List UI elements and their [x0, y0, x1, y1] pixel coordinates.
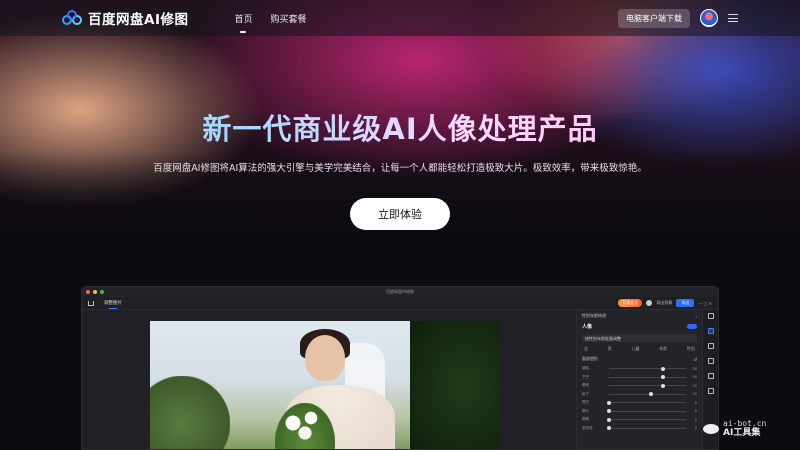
baidu-netdisk-logo-icon — [62, 10, 82, 26]
window-titlebar: 百度网盘AI修图 — [82, 287, 718, 297]
slider-label: 眼睛 — [582, 383, 589, 387]
slider-value: 0 — [694, 426, 697, 430]
nav-links: 首页 购买套餐 — [234, 10, 306, 27]
slider-track — [607, 409, 686, 413]
background-tool-icon — [707, 343, 714, 349]
toolbar-right: 开通会员 导出列表 导出 — ▢ ✕ — [618, 299, 712, 307]
slider-label: 下巴 — [582, 374, 589, 379]
watermark-text: ai-bot.cn AI工具集 — [723, 419, 766, 439]
clothing-tool-icon — [707, 358, 714, 364]
slider-knob — [607, 417, 611, 422]
reset-icon: ↺ — [693, 356, 697, 362]
portrait-photo — [150, 321, 500, 449]
panel-header-label: 性别年龄修改 — [582, 313, 606, 318]
nav-link-pricing[interactable]: 购买套餐 — [271, 10, 307, 27]
panel-tab: 年龄 — [659, 346, 668, 351]
vip-badge: 开通会员 — [618, 299, 643, 307]
hero-subtitle: 百度网盘AI修图将AI算法的强大引擎与美学完美结合，让每一个人都能轻松打造极致大… — [153, 163, 647, 174]
desktop-download-button[interactable]: 电脑客户端下载 — [618, 8, 690, 28]
app-avatar — [646, 300, 653, 306]
slider-label: 额头 — [582, 408, 589, 413]
export-button: 导出 — [676, 299, 695, 307]
slider-row: 嘴巴 0 — [582, 400, 697, 405]
panel-tab: 男 — [607, 346, 612, 351]
slider-knob — [660, 383, 665, 388]
slider-knob — [607, 409, 611, 413]
slider-knob — [607, 400, 611, 405]
app-preview-window: 百度网盘AI修图 调整图片 开通会员 导出列表 导出 — ▢ ✕ 性别年龄修改 … — [81, 286, 719, 450]
watermark: ai-bot.cn AI工具集 — [703, 419, 766, 439]
slider-knob — [607, 426, 611, 430]
slider-knob — [660, 375, 665, 379]
face-shaping-group: 面部塑形 ↺ — [582, 356, 697, 362]
slider-value: 0 — [694, 400, 697, 405]
slider-value: 0 — [694, 409, 697, 413]
slider-knob — [649, 392, 654, 396]
slider-label: 瘦脸 — [582, 366, 589, 370]
slider-row: 鼻子 30 — [582, 392, 697, 397]
panel-tab: 性别 — [687, 346, 695, 351]
face-shaping-label: 面部塑形 — [582, 356, 598, 361]
user-avatar[interactable] — [700, 9, 718, 27]
slider-track — [609, 366, 686, 371]
slider-value: 50 — [692, 366, 697, 371]
hamburger-menu-icon[interactable] — [728, 14, 738, 22]
panel-tabs: 全 男 儿童 年龄 性别 — [582, 346, 697, 352]
portrait-section: 人像 — [582, 323, 697, 330]
slider-label: 发际线 — [582, 425, 593, 430]
image-canvas — [82, 310, 576, 449]
slider-label: 颧骨 — [582, 417, 589, 421]
batch-adjust-select: 按性别年龄批量调整 — [582, 334, 697, 342]
slider-value: 50 — [692, 383, 697, 388]
home-icon — [88, 300, 94, 306]
nav-right: 电脑客户端下载 — [618, 8, 738, 28]
slider-track — [609, 375, 686, 379]
hero-title: 新一代商业级AI人像处理产品 — [0, 106, 800, 148]
nav-link-home[interactable]: 首页 — [234, 10, 252, 27]
slider-track — [607, 417, 686, 422]
workspace: 性别年龄修改 › 人像 按性别年龄批量调整 全 男 儿童 年龄 性别 面部塑形 … — [82, 310, 718, 449]
slider-value: 30 — [692, 392, 697, 396]
slider-row: 额头 0 — [582, 409, 697, 414]
slider-list: 瘦脸 50 下巴 50 眼睛 50 鼻子 30 嘴巴 0 额头 0 颧骨 0 发际线 0 — [582, 366, 697, 431]
slider-value: 50 — [692, 375, 697, 379]
slider-row: 瘦脸 50 — [582, 366, 697, 371]
slider-row: 下巴 50 — [582, 375, 697, 380]
portrait-toggle — [687, 324, 697, 329]
window-controls-icon: — ▢ ✕ — [698, 300, 712, 306]
slider-knob — [660, 366, 665, 371]
adjust-tool-icon — [707, 313, 714, 319]
brand-name: 百度网盘AI修图 — [88, 12, 189, 28]
panel-tab: 儿童 — [631, 346, 640, 351]
try-now-button[interactable]: 立即体验 — [350, 198, 450, 230]
filter-tool-icon — [707, 373, 714, 379]
panel-header: 性别年龄修改 › — [582, 313, 697, 319]
slider-row: 颧骨 0 — [582, 417, 697, 422]
top-navbar: 百度网盘AI修图 首页 购买套餐 电脑客户端下载 — [0, 0, 800, 36]
slider-value: 0 — [694, 417, 697, 422]
window-title: 百度网盘AI修图 — [386, 289, 414, 294]
panel-tab: 全 — [584, 346, 588, 351]
portrait-section-title: 人像 — [582, 324, 593, 330]
slider-row: 眼睛 50 — [582, 383, 697, 388]
adjustment-panel: 性别年龄修改 › 人像 按性别年龄批量调整 全 男 儿童 年龄 性别 面部塑形 … — [576, 310, 702, 449]
brand-logo[interactable]: 百度网盘AI修图 — [62, 8, 188, 28]
export-list-link: 导出列表 — [656, 300, 673, 305]
slider-label: 嘴巴 — [582, 400, 589, 404]
slider-track — [607, 400, 686, 405]
slider-track — [609, 383, 686, 388]
chevron-right-icon: › — [695, 313, 697, 319]
watermark-logo-icon — [703, 424, 719, 435]
portrait-tool-icon — [707, 328, 714, 334]
slider-track — [607, 426, 686, 430]
slider-row: 发际线 0 — [582, 426, 697, 431]
slider-label: 鼻子 — [582, 391, 589, 396]
app-toolbar: 调整图片 开通会员 导出列表 导出 — ▢ ✕ — [82, 297, 718, 310]
tab-adjust-image: 调整图片 — [104, 301, 122, 309]
more-tool-icon — [707, 388, 714, 394]
slider-track — [609, 392, 686, 396]
watermark-name: AI工具集 — [723, 427, 761, 438]
